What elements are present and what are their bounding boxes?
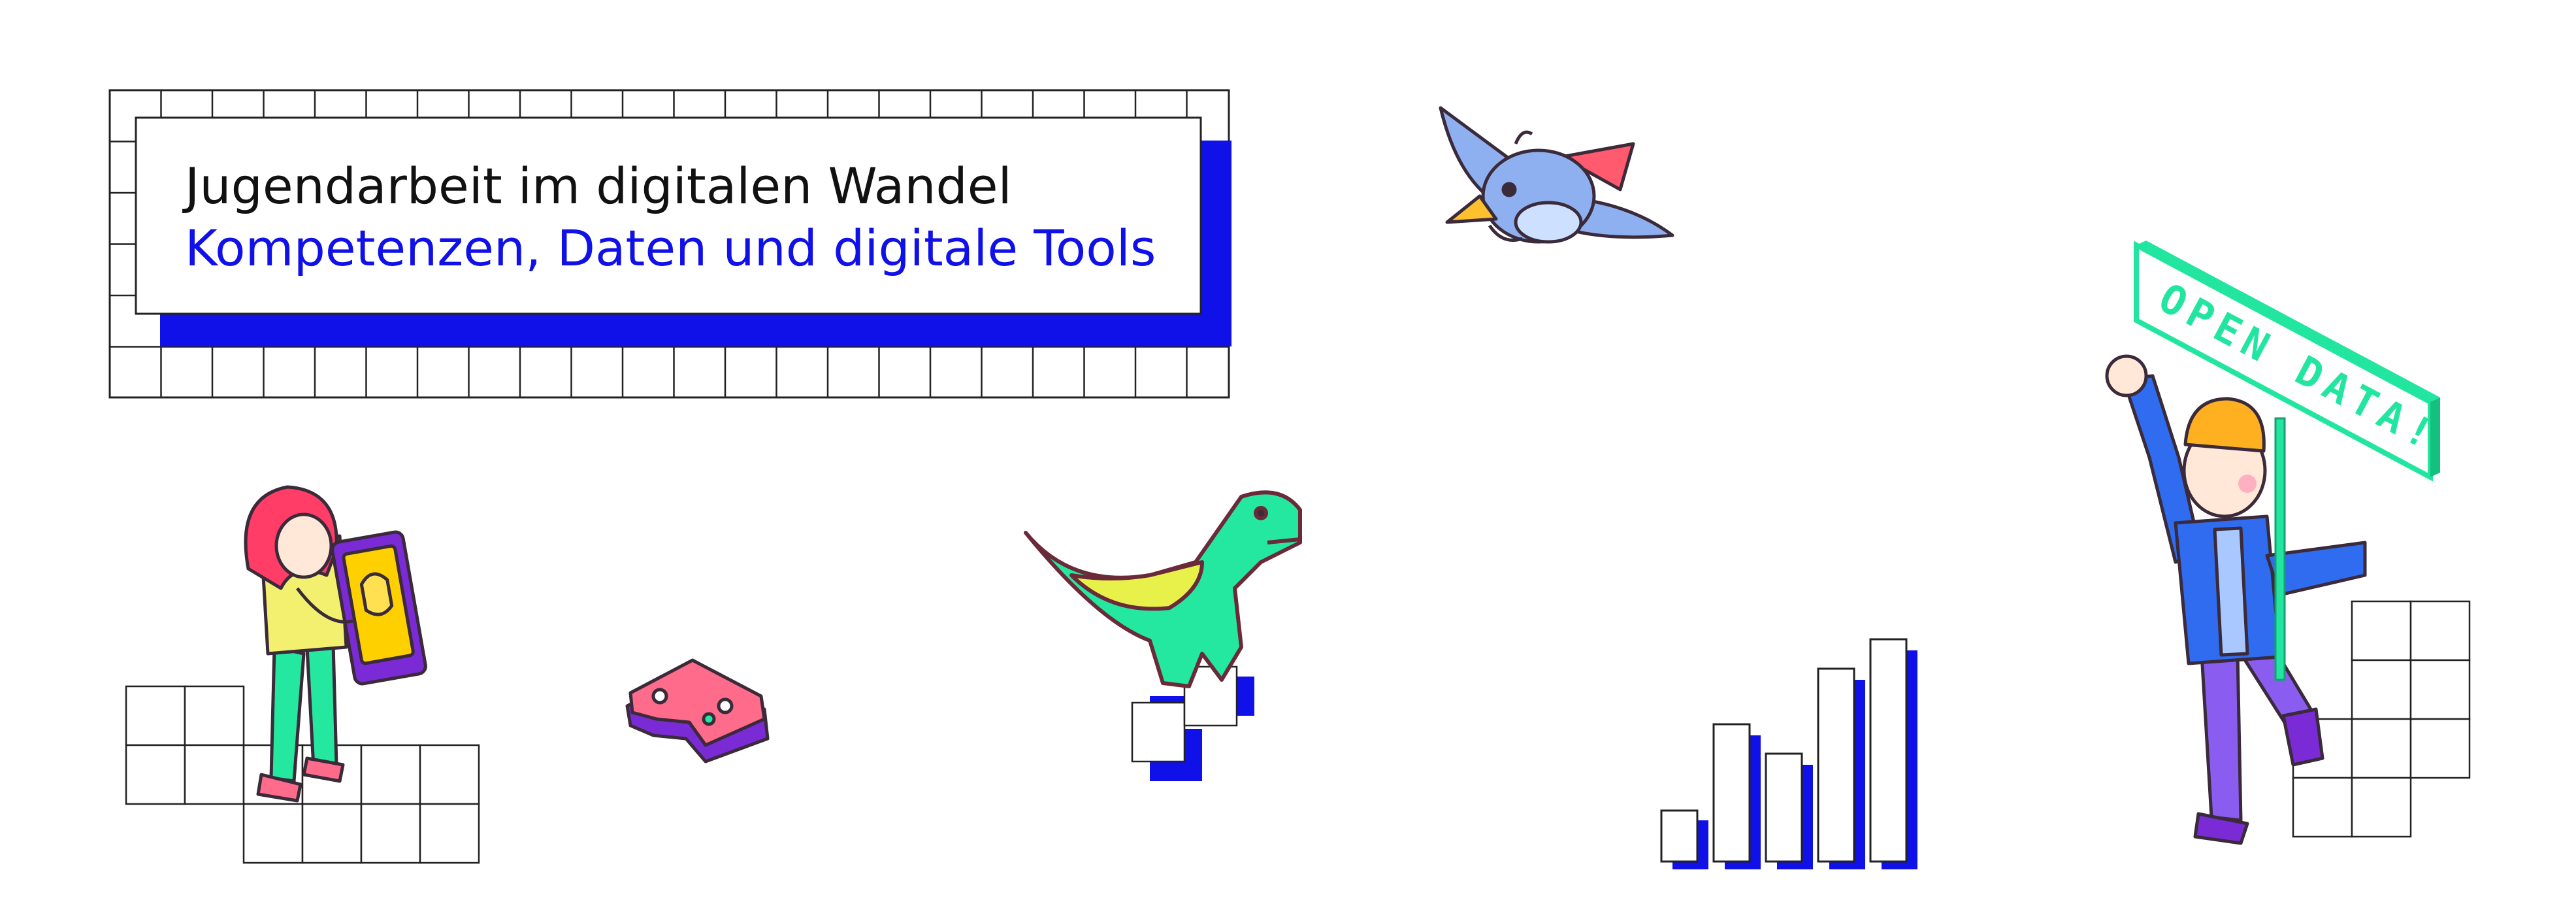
- page-title: Jugendarbeit im digitalen Wandel: [185, 157, 1012, 215]
- page-subtitle: Kompetenzen, Daten und digitale Tools: [185, 219, 1156, 277]
- game-controller-icon: [625, 658, 770, 763]
- girl-with-tablet-icon: [125, 485, 480, 864]
- bird-icon: [1439, 106, 1674, 244]
- bar-chart-icon: [1660, 638, 1917, 869]
- person-with-sign-icon: OPEN DATA!: [2105, 241, 2471, 845]
- title-box: Jugendarbeit im digitalen Wandel Kompete…: [139, 119, 1198, 315]
- dinosaur-icon: [1024, 490, 1302, 781]
